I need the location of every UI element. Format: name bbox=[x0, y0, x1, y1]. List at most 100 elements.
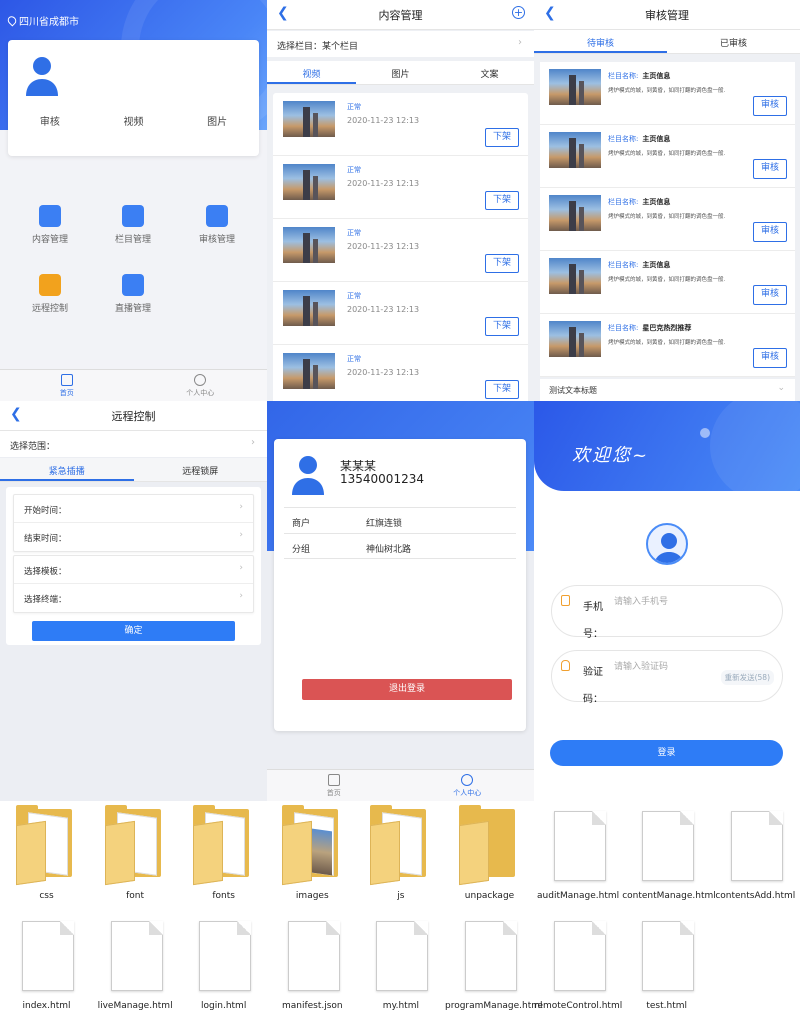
audit-button[interactable]: 审核 bbox=[753, 96, 787, 116]
unpublish-button[interactable]: 下架 bbox=[485, 128, 519, 147]
home-tab-image[interactable]: 图片 bbox=[175, 113, 259, 128]
unpublish-button[interactable]: 下架 bbox=[485, 317, 519, 336]
file-item[interactable]: remoteControl.html bbox=[534, 915, 623, 1012]
page-title: 内容管理 bbox=[378, 9, 423, 22]
unpublish-button[interactable]: 下架 bbox=[485, 191, 519, 210]
lock-icon bbox=[561, 660, 570, 671]
file-item[interactable]: images bbox=[268, 805, 357, 902]
file-icon bbox=[2, 915, 91, 995]
file-name: font bbox=[126, 891, 145, 901]
unpublish-button[interactable]: 下架 bbox=[485, 254, 519, 273]
tabbar-home[interactable]: 首页 bbox=[267, 770, 401, 801]
file-item[interactable]: index.html bbox=[2, 915, 91, 1012]
audit-button[interactable]: 审核 bbox=[753, 285, 787, 305]
tabbar-home[interactable]: 首页 bbox=[0, 370, 134, 401]
template-row[interactable]: 选择模板： › bbox=[14, 556, 253, 584]
range-select[interactable]: 选择范围： › bbox=[0, 431, 267, 457]
phone-field[interactable]: 手机号： 请输入手机号 bbox=[551, 585, 783, 640]
tabbar-me[interactable]: 个人中心 bbox=[134, 370, 268, 401]
phone-icon bbox=[561, 595, 570, 606]
tab-emergency[interactable]: 紧急插播 bbox=[0, 458, 134, 481]
tab-copy[interactable]: 文案 bbox=[445, 61, 534, 84]
collapsible-row[interactable]: 测试文本标题 ⌄ bbox=[540, 379, 795, 401]
code-label: 验证码： bbox=[583, 667, 603, 705]
tab-audited[interactable]: 已审核 bbox=[667, 30, 800, 53]
file-item[interactable]: contentsAdd.html bbox=[711, 805, 800, 902]
column-name: 主页信息 bbox=[642, 261, 671, 269]
list-item: 栏目名称: 主页信息 烤炉模式的城，到黄昏，如同打翻的调色盘一般. 审核 bbox=[540, 188, 795, 251]
home-tab-audit[interactable]: 审核 bbox=[8, 113, 92, 128]
tab-pending[interactable]: 待审核 bbox=[534, 30, 667, 53]
description: 烤炉模式的城，到黄昏，如同打翻的调色盘一般. bbox=[608, 88, 726, 94]
file-item[interactable]: liveManage.html bbox=[91, 915, 180, 1012]
audit-button[interactable]: 审核 bbox=[753, 159, 787, 179]
list-item: 正常 2020-11-23 12:13 下架 bbox=[273, 93, 528, 156]
avatar-icon bbox=[646, 523, 688, 565]
user-phone: 13540001234 bbox=[340, 472, 424, 486]
menu-content-manage[interactable]: 内容管理 bbox=[10, 205, 90, 245]
logout-button[interactable]: 退出登录 bbox=[302, 679, 512, 700]
file-icon bbox=[711, 805, 800, 885]
thumbnail bbox=[283, 101, 335, 137]
file-item[interactable]: auditManage.html bbox=[534, 805, 623, 902]
tabbar-me[interactable]: 个人中心 bbox=[401, 770, 535, 801]
file-item[interactable]: manifest.json bbox=[268, 915, 357, 1012]
chevron-right-icon: › bbox=[239, 563, 243, 573]
menu-column-manage[interactable]: 栏目管理 bbox=[93, 205, 173, 245]
menu-remote-control[interactable]: 远程控制 bbox=[10, 274, 90, 314]
page-title: 远程控制 bbox=[111, 410, 156, 423]
chevron-right-icon: › bbox=[239, 502, 243, 512]
tabbar-label: 首页 bbox=[59, 389, 74, 397]
merchant-row: 商户 红旗连锁 bbox=[284, 507, 516, 533]
home-tab-video[interactable]: 视频 bbox=[92, 113, 176, 128]
unpublish-button[interactable]: 下架 bbox=[485, 380, 519, 399]
phone-placeholder: 请输入手机号 bbox=[614, 597, 669, 607]
terminal-row[interactable]: 选择终端： › bbox=[14, 584, 253, 612]
file-item[interactable]: unpackage bbox=[445, 805, 534, 902]
row-key: 商户 bbox=[292, 519, 311, 529]
folder-icon bbox=[268, 805, 357, 886]
audit-tabs: 待审核 已审核 bbox=[534, 30, 800, 54]
file-item[interactable]: fonts bbox=[179, 805, 268, 902]
file-item[interactable]: programManage.html bbox=[445, 915, 543, 1012]
audit-button[interactable]: 审核 bbox=[753, 222, 787, 242]
thumbnail bbox=[283, 353, 335, 389]
thumbnail bbox=[549, 69, 601, 105]
login-button[interactable]: 登录 bbox=[550, 740, 783, 766]
location-picker[interactable]: 四川省成都市 bbox=[5, 13, 79, 28]
chevron-right-icon: › bbox=[239, 530, 243, 540]
file-item[interactable]: js bbox=[356, 805, 445, 902]
list-item: 栏目名称: 主页信息 烤炉模式的城，到黄昏，如同打翻的调色盘一般. 审核 bbox=[540, 62, 795, 125]
list-item: 正常 2020-11-23 12:13 下架 bbox=[273, 156, 528, 219]
column-name: 星巴克热烈推荐 bbox=[642, 324, 692, 332]
date: 2020-11-23 12:13 bbox=[347, 179, 420, 188]
file-item[interactable]: login.html bbox=[179, 915, 268, 1012]
thumbnail bbox=[549, 258, 601, 294]
resend-button[interactable]: 重新发送(58) bbox=[720, 670, 774, 685]
confirm-button[interactable]: 确定 bbox=[32, 621, 235, 641]
file-name: programManage.html bbox=[445, 1001, 543, 1011]
file-item[interactable]: test.html bbox=[622, 915, 711, 1012]
file-item[interactable]: my.html bbox=[356, 915, 445, 1012]
tab-video[interactable]: 视频 bbox=[267, 61, 356, 84]
end-time-row[interactable]: 结束时间： › bbox=[14, 523, 253, 551]
file-name: auditManage.html bbox=[537, 891, 620, 901]
status: 正常 bbox=[347, 229, 361, 237]
code-field[interactable]: 验证码： 请输入验证码 重新发送(58) bbox=[551, 650, 783, 705]
menu-live-manage[interactable]: 直播管理 bbox=[93, 274, 173, 314]
file-icon bbox=[622, 805, 711, 885]
tab-image[interactable]: 图片 bbox=[356, 61, 445, 84]
start-time-row[interactable]: 开始时间： › bbox=[14, 495, 253, 523]
file-item[interactable]: font bbox=[91, 805, 180, 902]
remote-control-screen: ❮ 远程控制 选择范围： › 紧急插播 远程锁屏 开始时间： › 结束时间： › 选… bbox=[0, 401, 267, 801]
add-icon[interactable]: + bbox=[512, 6, 525, 19]
file-item[interactable]: css bbox=[2, 805, 91, 902]
audit-button[interactable]: 审核 bbox=[753, 348, 787, 368]
remote-form: 开始时间： › 结束时间： › 选择模板： › 选择终端： › 确定 bbox=[6, 487, 261, 645]
thumbnail bbox=[283, 227, 335, 263]
file-item[interactable]: contentManage.html bbox=[622, 805, 716, 902]
tab-lock-screen[interactable]: 远程锁屏 bbox=[134, 458, 268, 481]
menu-audit-manage[interactable]: 审核管理 bbox=[177, 205, 257, 245]
content-manage-screen: ❮ 内容管理 + 选择栏目：某个栏目 › 视频 图片 文案 正常 2020-11-… bbox=[267, 0, 534, 401]
column-select[interactable]: 选择栏目：某个栏目 › bbox=[267, 31, 534, 57]
